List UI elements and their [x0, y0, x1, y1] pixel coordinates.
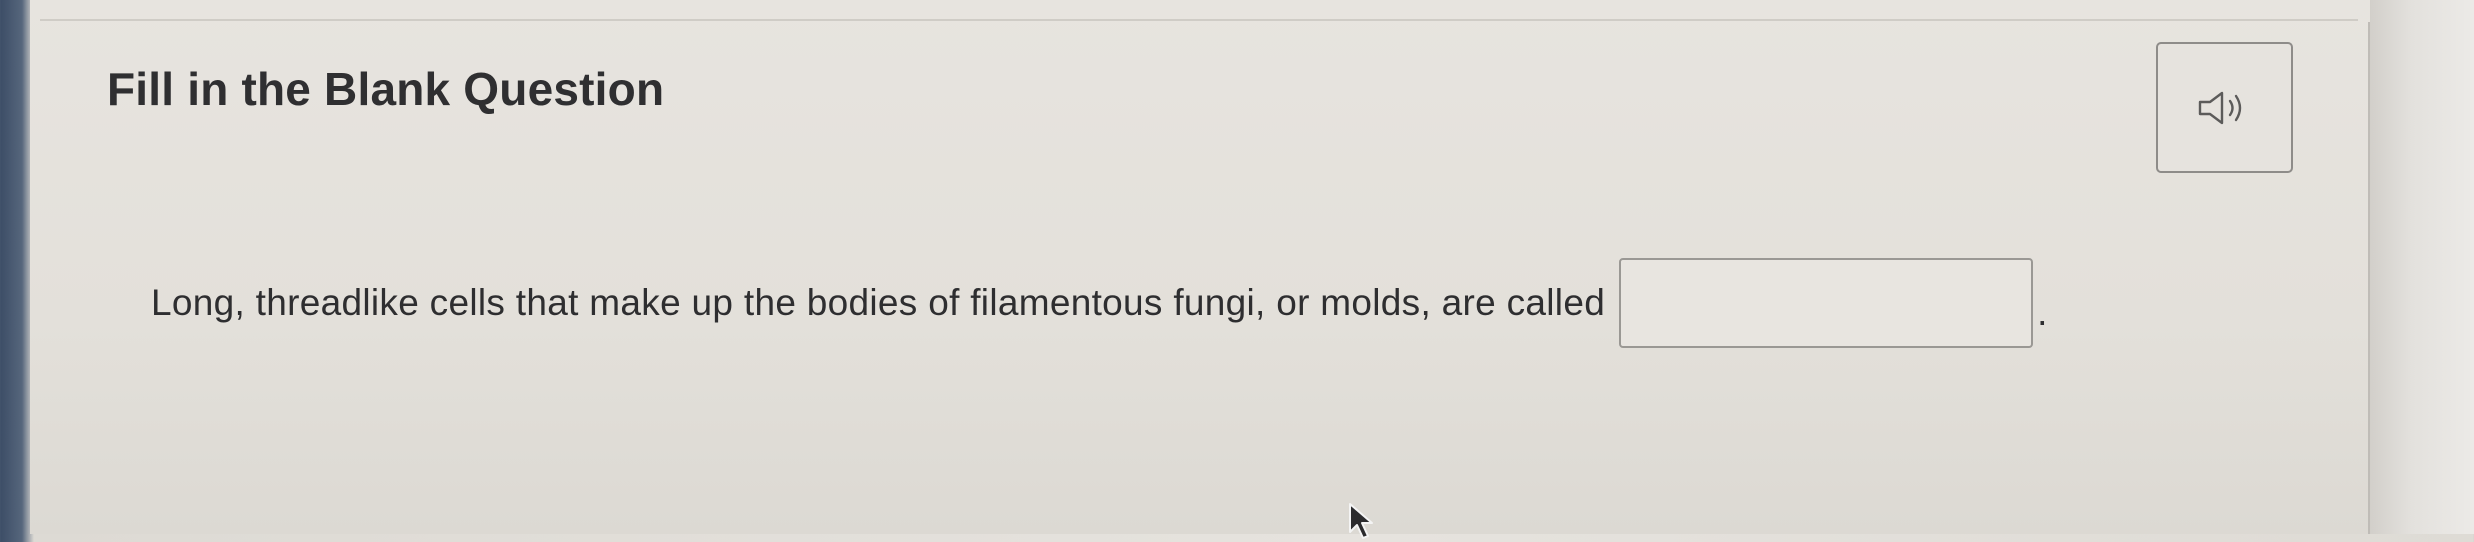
top-divider [40, 19, 2358, 21]
question-heading: Fill in the Blank Question [107, 63, 665, 115]
read-aloud-button[interactable] [2156, 42, 2293, 173]
question-row: Long, threadlike cells that make up the … [151, 258, 2047, 348]
trailing-period: . [2037, 292, 2048, 333]
mouse-cursor-icon [1349, 503, 1373, 539]
speaker-icon [2198, 91, 2241, 124]
question-prompt: Long, threadlike cells that make up the … [151, 282, 1606, 323]
answer-blank-input[interactable] [1619, 258, 2034, 348]
right-bezel [2370, 0, 2474, 534]
card-right-edge [2368, 22, 2370, 534]
